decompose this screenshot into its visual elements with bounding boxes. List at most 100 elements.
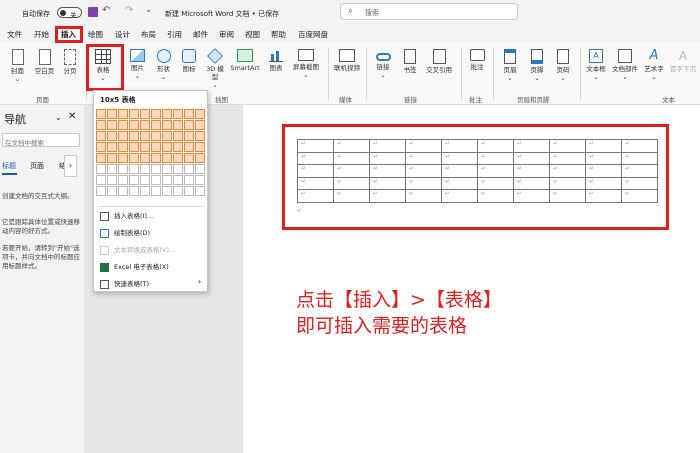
nav-search-input[interactable]: 在文档中搜索 (2, 133, 80, 147)
grid-cell[interactable] (96, 175, 106, 185)
grid-cell[interactable] (129, 109, 139, 119)
grid-cell[interactable] (129, 175, 139, 185)
shapes-button[interactable]: 形状 ⌄ (151, 49, 176, 81)
grid-cell[interactable] (184, 131, 194, 141)
page-break-button[interactable]: 分页 (59, 49, 81, 75)
grid-cell[interactable] (129, 131, 139, 141)
grid-cell[interactable] (151, 186, 161, 196)
blank-page-button[interactable]: 空白页 (32, 49, 57, 75)
quick-parts-button[interactable]: 文档部件 ⌄ (610, 49, 640, 81)
grid-cell[interactable] (96, 153, 106, 163)
grid-cell[interactable] (96, 164, 106, 174)
grid-cell[interactable] (118, 175, 128, 185)
grid-cell[interactable] (118, 164, 128, 174)
footer-button[interactable]: 页脚 ⌄ (525, 49, 549, 82)
autosave-toggle[interactable]: 关 (57, 7, 82, 19)
grid-cell[interactable] (140, 131, 150, 141)
grid-cell[interactable] (140, 109, 150, 119)
grid-cell[interactable] (118, 142, 128, 152)
grid-cell[interactable] (184, 186, 194, 196)
tab-help[interactable]: 帮助 (271, 29, 286, 40)
grid-cell[interactable] (107, 164, 117, 174)
grid-cell[interactable] (195, 142, 205, 152)
grid-cell[interactable] (151, 175, 161, 185)
grid-cell[interactable] (107, 142, 117, 152)
grid-cell[interactable] (184, 164, 194, 174)
icons-button[interactable]: 图标 (177, 49, 201, 73)
grid-cell[interactable] (118, 120, 128, 130)
grid-cell[interactable] (184, 153, 194, 163)
grid-cell[interactable] (162, 186, 172, 196)
grid-cell[interactable] (162, 164, 172, 174)
table-size-grid[interactable] (96, 109, 207, 197)
pane-collapse-button[interactable]: › (64, 155, 77, 177)
grid-cell[interactable] (140, 186, 150, 196)
grid-cell[interactable] (162, 153, 172, 163)
redo-icon[interactable]: ↷ (125, 5, 133, 16)
grid-cell[interactable] (173, 164, 183, 174)
cross-reference-button[interactable]: 交叉引用 (422, 49, 456, 74)
grid-cell[interactable] (173, 175, 183, 185)
grid-cell[interactable] (129, 164, 139, 174)
comment-button[interactable]: 批注 (465, 49, 489, 71)
grid-cell[interactable] (140, 120, 150, 130)
grid-cell[interactable] (96, 109, 106, 119)
drop-cap-button[interactable]: A 首字下沉 (668, 49, 698, 73)
grid-cell[interactable] (173, 153, 183, 163)
grid-cell[interactable] (107, 153, 117, 163)
nav-close-icon[interactable]: ✕ (68, 111, 76, 122)
nav-options-icon[interactable]: ⌄ (55, 113, 62, 122)
grid-cell[interactable] (118, 131, 128, 141)
header-button[interactable]: 页眉 ⌄ (498, 49, 522, 82)
grid-cell[interactable] (151, 153, 161, 163)
grid-cell[interactable] (140, 153, 150, 163)
grid-cell[interactable] (151, 131, 161, 141)
tab-references[interactable]: 引用 (167, 29, 182, 40)
picture-button[interactable]: 图片 ⌄ (125, 49, 150, 80)
wordart-button[interactable]: A 艺术字 ⌄ (641, 49, 667, 82)
tab-view[interactable]: 视图 (245, 29, 260, 40)
grid-cell[interactable] (173, 120, 183, 130)
grid-cell[interactable] (162, 142, 172, 152)
grid-cell[interactable] (129, 120, 139, 130)
grid-cell[interactable] (173, 186, 183, 196)
grid-cell[interactable] (184, 109, 194, 119)
bookmark-button[interactable]: 书签 (398, 49, 422, 74)
tab-mailings[interactable]: 邮件 (193, 29, 208, 40)
grid-cell[interactable] (140, 164, 150, 174)
grid-cell[interactable] (195, 164, 205, 174)
grid-cell[interactable] (118, 153, 128, 163)
excel-spreadsheet-item[interactable]: Excel 电子表格(X) (100, 261, 169, 272)
grid-cell[interactable] (96, 131, 106, 141)
grid-cell[interactable] (129, 186, 139, 196)
nav-tab-pages[interactable]: 页面 (30, 161, 44, 171)
grid-cell[interactable] (118, 109, 128, 119)
grid-cell[interactable] (107, 109, 117, 119)
grid-cell[interactable] (140, 142, 150, 152)
tab-design[interactable]: 设计 (115, 29, 130, 40)
tab-draw[interactable]: 绘图 (88, 29, 103, 40)
grid-cell[interactable] (107, 175, 117, 185)
grid-cell[interactable] (140, 175, 150, 185)
textbox-button[interactable]: A 文本框 ⌄ (583, 49, 609, 81)
3d-model-button[interactable]: 3D 模型 ⌄ (203, 48, 227, 89)
document-title[interactable]: 新建 Microsoft Word 文档 • 已保存 (165, 9, 279, 19)
cover-button[interactable]: 封面 ⌄ (5, 49, 30, 83)
grid-cell[interactable] (195, 186, 205, 196)
grid-cell[interactable] (151, 109, 161, 119)
grid-cell[interactable] (195, 153, 205, 163)
grid-cell[interactable] (162, 175, 172, 185)
tab-review[interactable]: 审阅 (219, 29, 234, 40)
grid-cell[interactable] (184, 142, 194, 152)
grid-cell[interactable] (195, 175, 205, 185)
nav-tab-headings[interactable]: 标题 (2, 161, 16, 171)
grid-cell[interactable] (173, 131, 183, 141)
link-button[interactable]: 链接 ⌄ (370, 49, 396, 79)
draw-table-item[interactable]: 绘制表格(D) (100, 227, 150, 238)
grid-cell[interactable] (162, 131, 172, 141)
insert-table-item[interactable]: 插入表格(I)... (100, 210, 153, 221)
grid-cell[interactable] (184, 120, 194, 130)
grid-cell[interactable] (129, 142, 139, 152)
smartart-button[interactable]: SmartArt (228, 49, 262, 72)
grid-cell[interactable] (129, 153, 139, 163)
